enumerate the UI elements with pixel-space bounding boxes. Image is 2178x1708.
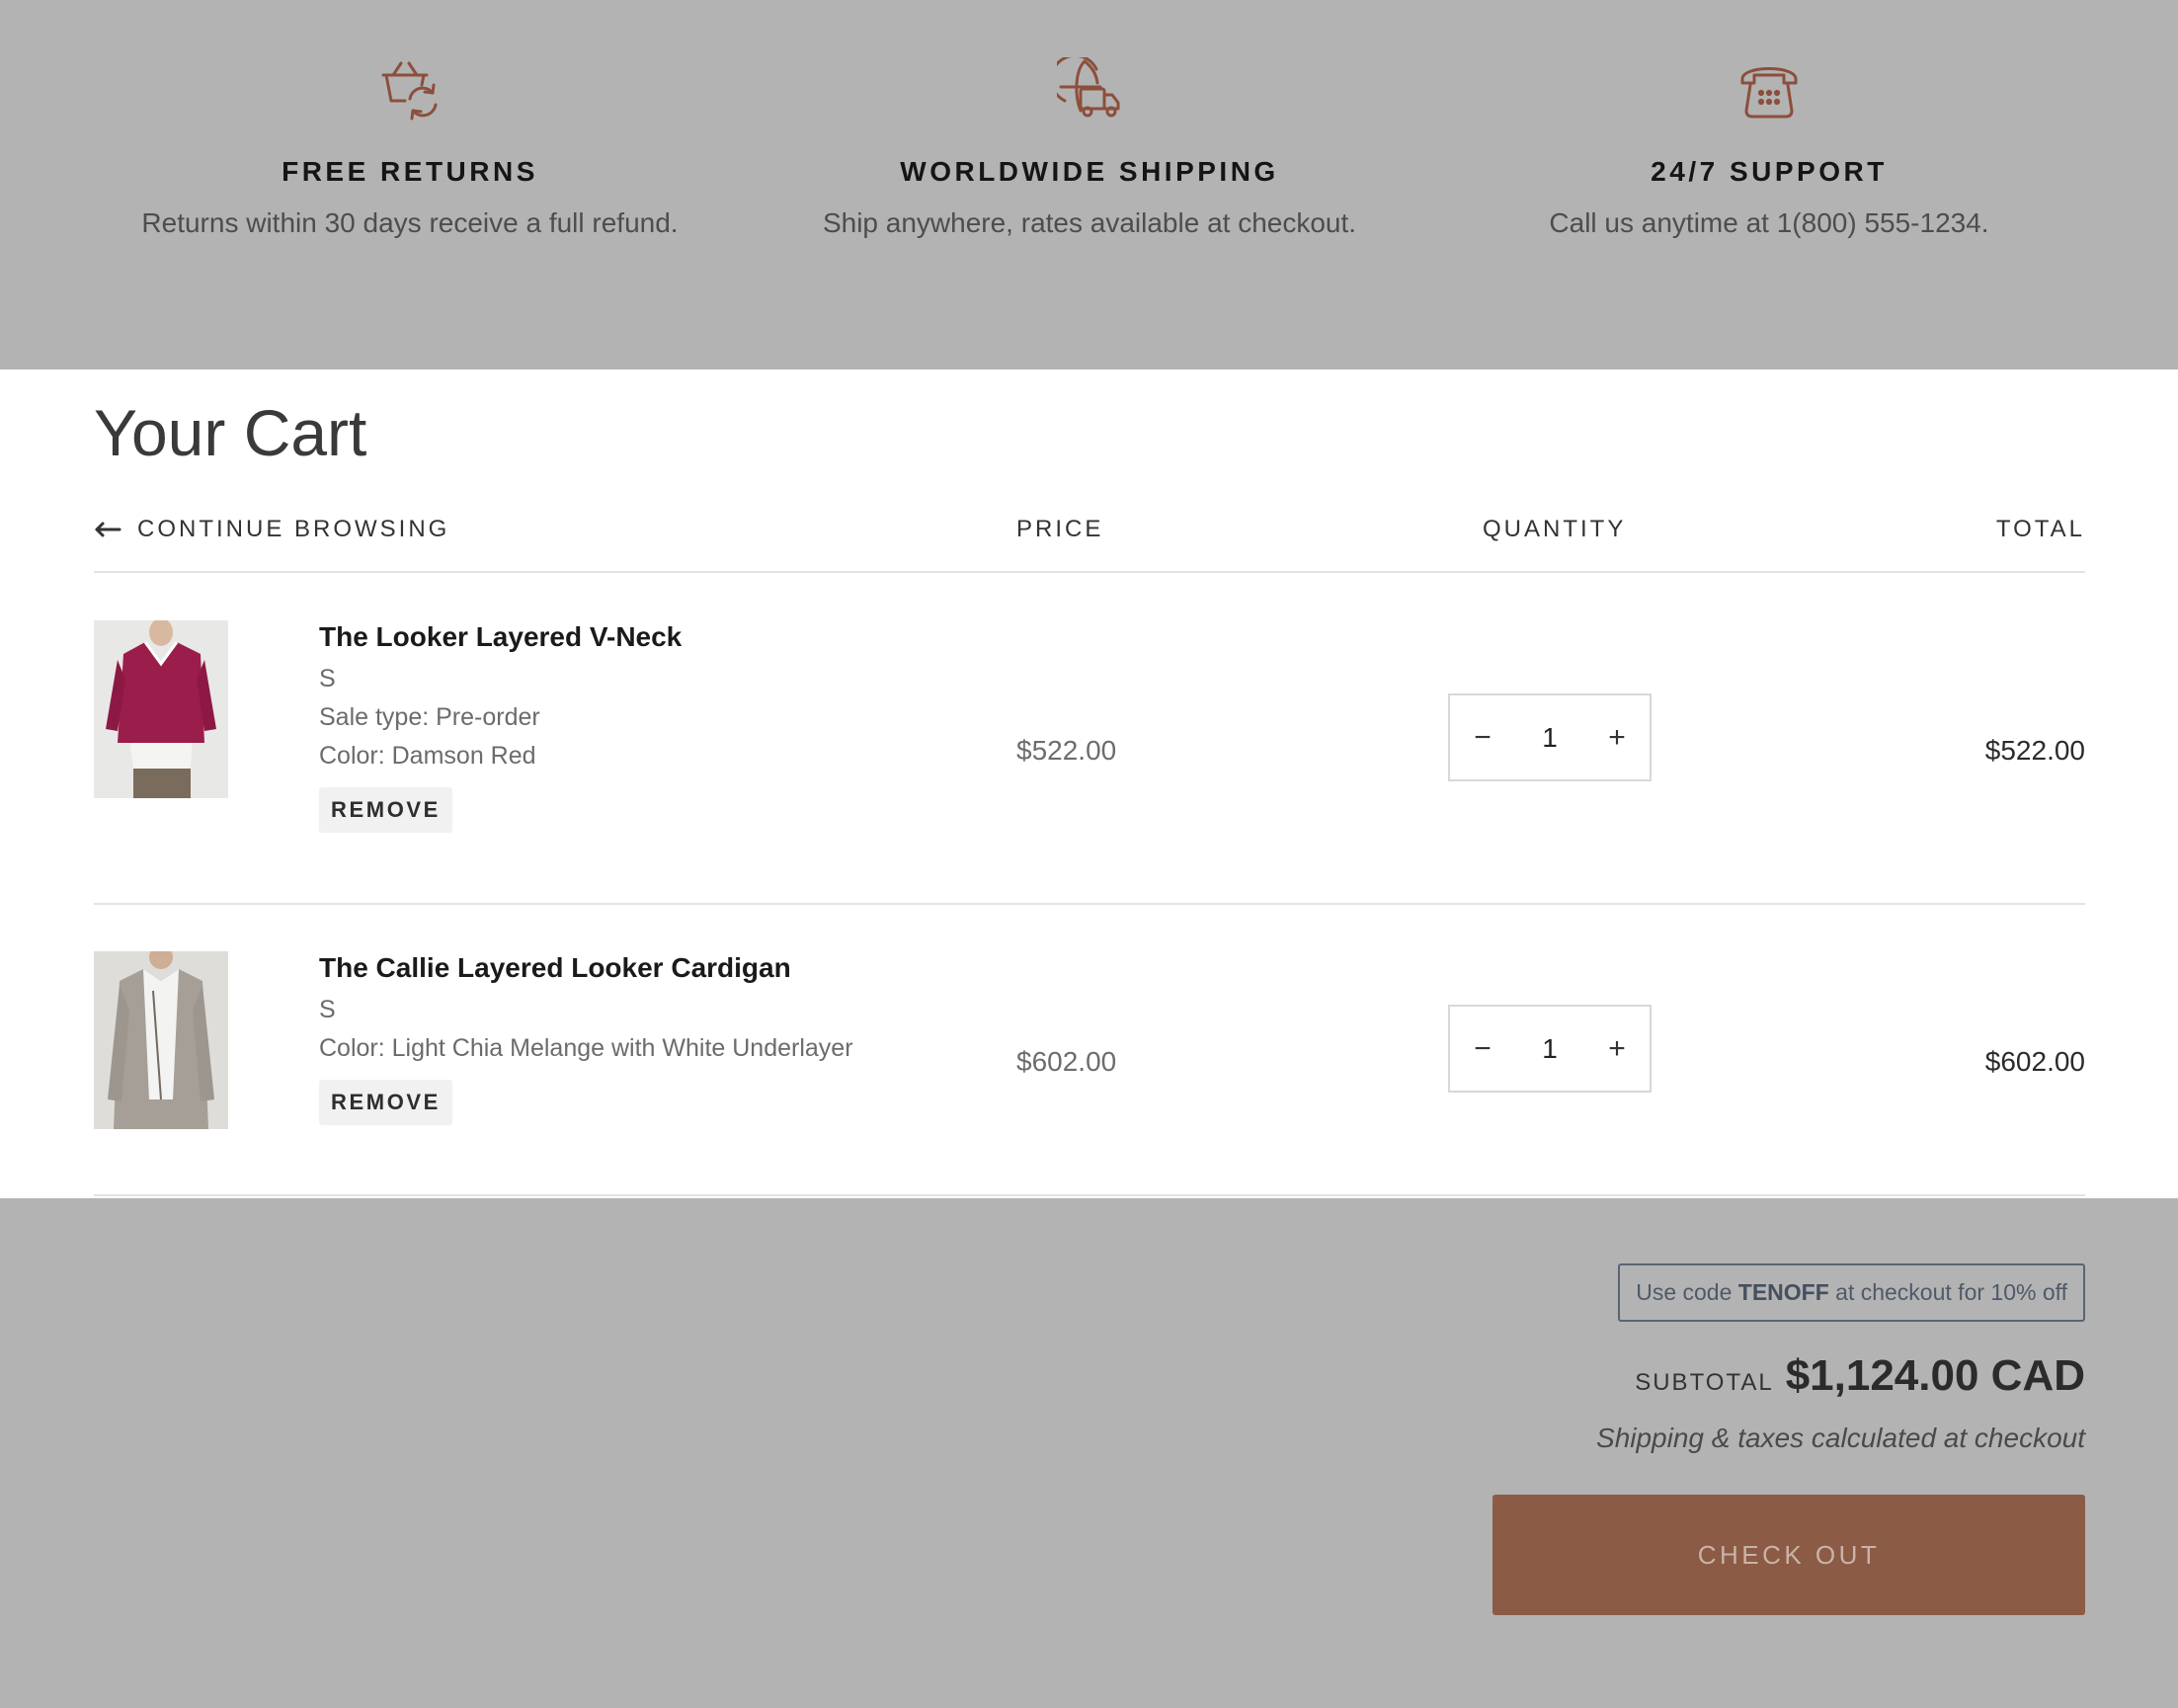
- product-color: Color: Light Chia Melange with White Und…: [319, 1034, 853, 1062]
- divider: [94, 903, 2085, 905]
- cart-page: FREE RETURNS Returns within 30 days rece…: [0, 0, 2178, 1708]
- product-name[interactable]: The Callie Layered Looker Cardigan: [319, 951, 853, 985]
- item-total: $602.00: [1984, 1046, 2085, 1077]
- decrease-quantity-button[interactable]: −: [1468, 1033, 1497, 1064]
- quantity-stepper: − 1 +: [1448, 1005, 1652, 1093]
- product-image[interactable]: [94, 620, 228, 798]
- cart-item: The Looker Layered V-Neck S Sale type: P…: [94, 620, 2085, 877]
- decrease-quantity-button[interactable]: −: [1468, 722, 1497, 753]
- product-size: S: [319, 996, 336, 1023]
- feature-worldwide-shipping: WORLDWIDE SHIPPING Ship anywhere, rates …: [744, 57, 1435, 239]
- product-color: Color: Damson Red: [319, 742, 536, 770]
- feature-title: WORLDWIDE SHIPPING: [900, 156, 1279, 187]
- feature-title: 24/7 SUPPORT: [1651, 156, 1888, 187]
- shipping-note: Shipping & taxes calculated at checkout: [1596, 1423, 2085, 1453]
- column-header-total: TOTAL: [1995, 516, 2085, 542]
- feature-title: FREE RETURNS: [282, 156, 538, 187]
- cart-summary: Use code TENOFF at checkout for 10% off …: [1394, 1263, 2085, 1454]
- promo-prefix: Use code: [1636, 1279, 1738, 1305]
- checkout-button[interactable]: CHECK OUT: [1492, 1495, 2085, 1615]
- product-name[interactable]: The Looker Layered V-Neck: [319, 620, 682, 654]
- remove-button[interactable]: REMOVE: [319, 787, 452, 833]
- item-price: $522.00: [1016, 735, 1117, 766]
- subtotal-label: SUBTOTAL: [1635, 1369, 1774, 1396]
- features-bar: FREE RETURNS Returns within 30 days rece…: [0, 0, 2178, 369]
- increase-quantity-button[interactable]: +: [1602, 722, 1632, 753]
- column-header-quantity: QUANTITY: [1483, 516, 1627, 542]
- increase-quantity-button[interactable]: +: [1602, 1033, 1632, 1064]
- quantity-input[interactable]: 1: [1520, 722, 1579, 754]
- basket-refresh-icon: [381, 61, 438, 121]
- remove-button[interactable]: REMOVE: [319, 1080, 452, 1125]
- promo-banner: Use code TENOFF at checkout for 10% off: [1618, 1263, 2085, 1322]
- telephone-icon: [1740, 67, 1798, 119]
- item-total: $522.00: [1984, 735, 2085, 766]
- continue-browsing-label: CONTINUE BROWSING: [137, 516, 450, 542]
- feature-support: 24/7 SUPPORT Call us anytime at 1(800) 5…: [1423, 57, 2115, 239]
- subtotal-value: $1,124.00 CAD: [1785, 1351, 2085, 1400]
- subtotal: SUBTOTAL $1,124.00 CAD: [1394, 1351, 2085, 1401]
- product-sale-type: Sale type: Pre-order: [319, 703, 540, 731]
- item-price: $602.00: [1016, 1046, 1117, 1077]
- product-size: S: [319, 665, 336, 692]
- cart-table-header: CONTINUE BROWSING PRICE QUANTITY TOTAL: [94, 516, 2085, 547]
- product-info: The Callie Layered Looker Cardigan S Col…: [319, 951, 853, 1125]
- continue-browsing-link[interactable]: CONTINUE BROWSING: [94, 516, 449, 543]
- cart-item: The Callie Layered Looker Cardigan S Col…: [94, 951, 2085, 1149]
- column-header-price: PRICE: [1016, 516, 1104, 542]
- divider: [94, 1194, 2085, 1196]
- feature-free-returns: FREE RETURNS Returns within 30 days rece…: [64, 57, 756, 239]
- page-title: Your Cart: [94, 396, 367, 469]
- feature-text: Returns within 30 days receive a full re…: [141, 207, 679, 238]
- quantity-stepper: − 1 +: [1448, 693, 1652, 781]
- feature-text: Call us anytime at 1(800) 555-1234.: [1549, 207, 1989, 238]
- quantity-input[interactable]: 1: [1520, 1033, 1579, 1065]
- promo-code: TENOFF: [1737, 1279, 1829, 1305]
- divider: [94, 571, 2085, 573]
- cart-panel: Your Cart CONTINUE BROWSING PRICE QUANTI…: [0, 369, 2178, 1198]
- promo-suffix: at checkout for 10% off: [1828, 1279, 2067, 1305]
- feature-text: Ship anywhere, rates available at checko…: [822, 207, 1357, 238]
- arrow-left-icon: [95, 522, 121, 537]
- product-info: The Looker Layered V-Neck S Sale type: P…: [319, 620, 682, 833]
- product-image[interactable]: [94, 951, 228, 1129]
- globe-truck-icon: [1057, 57, 1120, 118]
